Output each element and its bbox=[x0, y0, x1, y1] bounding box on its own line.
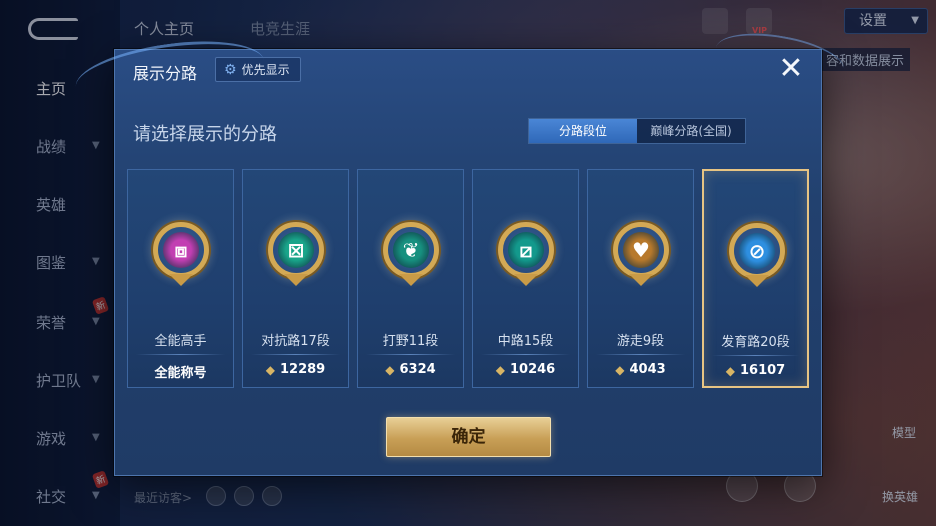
lane-points-value: 16107 bbox=[740, 363, 786, 378]
divider bbox=[251, 354, 340, 355]
lane-card-footer: ◆ 6324 bbox=[358, 362, 463, 377]
mid-lane-icon: ⧄ bbox=[498, 222, 554, 278]
badge-ribbon bbox=[514, 274, 538, 286]
lane-points-value: 6324 bbox=[399, 362, 436, 377]
badge-emblem: ♥ bbox=[623, 232, 659, 268]
badge-emblem: ⧄ bbox=[508, 232, 544, 268]
title-label: 全能称号 bbox=[154, 366, 207, 381]
lane-card[interactable]: ⊠ 对抗路17段 ◆ 12289 bbox=[242, 169, 349, 388]
lane-card-footer: ◆ 12289 bbox=[243, 362, 348, 377]
lane-rank-label: 全能高手 bbox=[154, 334, 207, 349]
lane-rank-label: 打野11段 bbox=[382, 334, 439, 349]
confirm-button[interactable]: 确定 bbox=[386, 417, 551, 457]
lane-card[interactable]: ♥ 游走9段 ◆ 4043 bbox=[587, 169, 694, 388]
badge-ribbon bbox=[399, 274, 423, 286]
lane-card[interactable]: ⊘ 发育路20段 ◆ 16107 bbox=[702, 169, 809, 388]
points-icon: ◆ bbox=[265, 362, 275, 377]
lane-card[interactable]: ❦ 打野11段 ◆ 6324 bbox=[357, 169, 464, 388]
badge-emblem: ⧈ bbox=[163, 232, 199, 268]
badge-ribbon bbox=[629, 274, 653, 286]
badge-ribbon bbox=[284, 274, 308, 286]
lane-card-footer: ◆ 16107 bbox=[704, 363, 807, 378]
lane-rank-label: 中路15段 bbox=[497, 334, 554, 349]
lane-rank-label: 对抗路17段 bbox=[261, 334, 330, 349]
divider bbox=[712, 355, 799, 356]
lane-display-dialog: 展示分路 ⚙ 优先显示 ✕ 请选择展示的分路 分路段位 巅峰分路(全国) ⧈ 全能… bbox=[71, 25, 849, 476]
clash-lane-icon: ⊠ bbox=[268, 222, 324, 278]
close-icon[interactable]: ✕ bbox=[773, 52, 809, 88]
priority-label: 优先显示 bbox=[241, 63, 290, 77]
gear-icon: ⚙ bbox=[224, 61, 237, 78]
badge-emblem: ⊘ bbox=[739, 233, 775, 269]
dialog-title: 展示分路 bbox=[133, 64, 198, 83]
divider bbox=[136, 354, 225, 355]
badge-ribbon bbox=[169, 274, 193, 286]
priority-display-button[interactable]: ⚙ 优先显示 bbox=[215, 57, 301, 82]
dialog-subtitle: 请选择展示的分路 bbox=[133, 124, 277, 145]
lane-rank-label: 发育路20段 bbox=[721, 335, 790, 350]
points-icon: ◆ bbox=[725, 363, 735, 378]
lane-points-value: 12289 bbox=[280, 362, 326, 377]
lane-card-footer: ◆ 4043 bbox=[588, 362, 693, 377]
badge-emblem: ⊠ bbox=[278, 232, 314, 268]
points-icon: ◆ bbox=[615, 362, 625, 377]
lane-points-value: 10246 bbox=[510, 362, 556, 377]
jungle-icon: ❦ bbox=[383, 222, 439, 278]
lane-card[interactable]: ⧄ 中路15段 ◆ 10246 bbox=[472, 169, 579, 388]
lane-mode-toggle: 分路段位 巅峰分路(全国) bbox=[528, 118, 746, 144]
lane-card-footer: 全能称号 bbox=[128, 362, 233, 381]
badge-ribbon bbox=[745, 275, 769, 287]
farm-lane-icon: ⊘ bbox=[729, 223, 785, 279]
divider bbox=[596, 354, 685, 355]
all-round-icon: ⧈ bbox=[153, 222, 209, 278]
points-icon: ◆ bbox=[385, 362, 395, 377]
lane-points-value: 4043 bbox=[629, 362, 666, 377]
lane-card-footer: ◆ 10246 bbox=[473, 362, 578, 377]
lane-card[interactable]: ⧈ 全能高手全能称号 bbox=[127, 169, 234, 388]
divider bbox=[481, 354, 570, 355]
divider bbox=[366, 354, 455, 355]
roam-icon: ♥ bbox=[613, 222, 669, 278]
tab-peak-lane[interactable]: 巅峰分路(全国) bbox=[637, 119, 745, 143]
tab-lane-rank[interactable]: 分路段位 bbox=[529, 119, 637, 143]
lane-rank-label: 游走9段 bbox=[616, 334, 665, 349]
points-icon: ◆ bbox=[495, 362, 505, 377]
badge-emblem: ❦ bbox=[393, 232, 429, 268]
